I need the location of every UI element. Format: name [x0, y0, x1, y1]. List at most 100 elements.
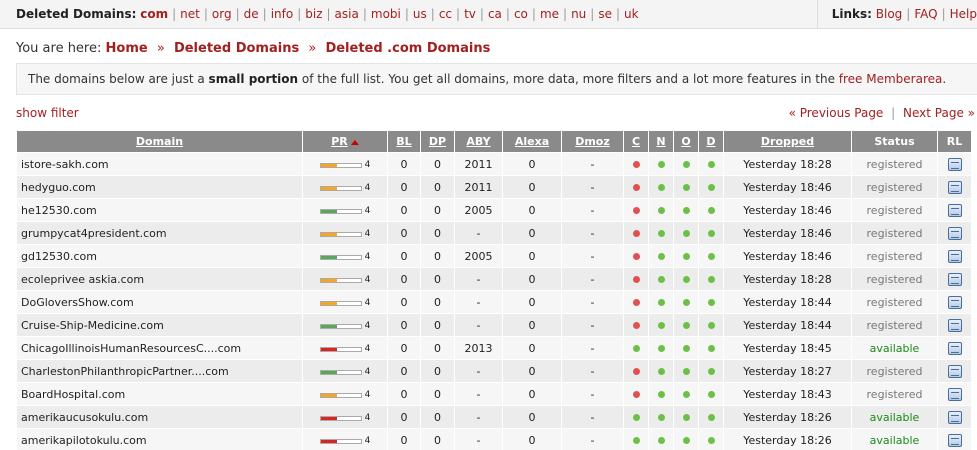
registrar-lookup-icon[interactable] [947, 180, 962, 194]
tld-link-uk[interactable]: uk [624, 7, 639, 21]
registrar-lookup-icon[interactable] [947, 364, 962, 378]
registrar-lookup-icon[interactable] [947, 203, 962, 217]
link-help[interactable]: Help [950, 7, 977, 21]
col-header-bl[interactable]: BL [387, 130, 421, 153]
breadcrumb-deleted-com-domains[interactable]: Deleted .com Domains [325, 41, 490, 56]
tld-link-co[interactable]: co [514, 7, 528, 21]
domain-name[interactable]: grumpycat4president.com [21, 227, 167, 240]
registrar-lookup-icon[interactable] [947, 157, 962, 171]
domain-name[interactable]: Cruise-Ship-Medicine.com [21, 319, 164, 332]
tld-link-com[interactable]: com [140, 7, 168, 21]
check-o-cell [673, 382, 699, 406]
pr-cell: 4 [302, 313, 388, 337]
tld-link-asia[interactable]: asia [335, 7, 359, 21]
check-c-cell [623, 336, 649, 360]
pagerank-bar [319, 231, 362, 237]
tld-separator: | [590, 7, 595, 21]
col-header-dp[interactable]: DP [420, 130, 455, 153]
domain-name[interactable]: CharlestonPhilanthropicPartner....com [21, 365, 229, 378]
col-header-alexa[interactable]: Alexa [502, 130, 562, 153]
memberarea-link[interactable]: free Memberarea [839, 72, 943, 86]
check-o-cell [673, 313, 699, 337]
col-header-aby[interactable]: ABY [454, 130, 503, 153]
pagerank-bar-fill [320, 301, 337, 305]
col-header-n[interactable]: N [648, 130, 674, 153]
tld-separator: | [531, 7, 536, 21]
domain-name[interactable]: hedyguo.com [21, 181, 96, 194]
registrar-lookup-icon[interactable] [947, 272, 962, 286]
domain-name[interactable]: gd12530.com [21, 250, 97, 263]
col-header-pr[interactable]: PR [302, 130, 388, 153]
pagerank-bar-fill [320, 232, 337, 236]
domain-name[interactable]: istore-sakh.com [21, 158, 109, 171]
status-dot-icon [632, 298, 640, 306]
show-filter-link[interactable]: show filter [16, 106, 79, 120]
tld-link-me[interactable]: me [540, 7, 559, 21]
registrar-lookup-icon[interactable] [947, 295, 962, 309]
bl-cell: 0 [387, 244, 421, 268]
domain-name[interactable]: ChicagoIllinoisHumanResourcesC....com [21, 342, 241, 355]
dropped-cell: Yesterday 18:45 [723, 336, 852, 360]
domain-name[interactable]: ecoleprivee askia.com [21, 273, 144, 286]
tld-link-info[interactable]: info [271, 7, 294, 21]
tld-link-net[interactable]: net [180, 7, 200, 21]
tld-link-cc[interactable]: cc [439, 7, 452, 21]
check-o-cell [673, 359, 699, 383]
check-d-cell [698, 382, 724, 406]
registrar-lookup-icon[interactable] [947, 433, 962, 447]
next-page-link[interactable]: Next Page » [903, 106, 975, 120]
table-row: gd12530.com 4 0 0 2005 0- Yesterday 18:46 regis… [16, 244, 972, 268]
tld-link-mobi[interactable]: mobi [371, 7, 401, 21]
col-header-status[interactable]: Status [851, 130, 938, 153]
status-badge: registered [866, 272, 923, 286]
col-header-d[interactable]: D [698, 130, 724, 153]
pagerank-bar [319, 369, 362, 375]
link-faq[interactable]: FAQ [914, 7, 937, 21]
link-blog[interactable]: Blog [876, 7, 903, 21]
registrar-lookup-icon[interactable] [947, 387, 962, 401]
tld-link-org[interactable]: org [212, 7, 232, 21]
status-cell: registered [851, 267, 938, 291]
tld-link-nu[interactable]: nu [571, 7, 586, 21]
tld-link-de[interactable]: de [244, 7, 259, 21]
pr-cell: 4 [302, 336, 388, 360]
check-d-cell [698, 428, 724, 450]
previous-page-link[interactable]: « Previous Page [789, 106, 884, 120]
pr-cell: 4 [302, 428, 388, 450]
status-dot-icon [632, 275, 640, 283]
rl-cell [937, 152, 972, 176]
pagerank-bar [319, 208, 362, 214]
pr-cell: 4 [302, 152, 388, 176]
registrar-lookup-icon[interactable] [947, 249, 962, 263]
tld-link-ca[interactable]: ca [488, 7, 502, 21]
domain-name[interactable]: amerikapilotokulu.com [21, 434, 147, 447]
table-header-row: Domain PR BL DP ABY Alexa Dmoz C N O D D… [16, 130, 972, 153]
col-header-domain[interactable]: Domain [16, 130, 303, 153]
domain-name[interactable]: amerikaucusokulu.com [21, 411, 148, 424]
bl-cell: 0 [387, 152, 421, 176]
aby-cell: 2005 [454, 198, 503, 222]
registrar-lookup-icon[interactable] [947, 341, 962, 355]
tld-link-biz[interactable]: biz [305, 7, 322, 21]
alexa-cell: 0 [502, 336, 562, 360]
status-dot-icon [657, 436, 665, 444]
pagerank-value: 4 [364, 275, 371, 285]
dp-cell: 0 [420, 359, 455, 383]
domain-name[interactable]: DoGloversShow.com [21, 296, 134, 309]
dmoz-cell: - [561, 244, 624, 268]
breadcrumb-deleted-domains[interactable]: Deleted Domains [174, 41, 299, 56]
col-header-c[interactable]: C [623, 130, 649, 153]
col-header-dropped[interactable]: Dropped [723, 130, 852, 153]
col-header-dmoz[interactable]: Dmoz [561, 130, 624, 153]
col-header-o[interactable]: O [673, 130, 699, 153]
tld-link-se[interactable]: se [598, 7, 612, 21]
domain-name[interactable]: he12530.com [21, 204, 97, 217]
registrar-lookup-icon[interactable] [947, 410, 962, 424]
domain-name[interactable]: BoardHospital.com [21, 388, 125, 401]
tld-link-us[interactable]: us [413, 7, 427, 21]
registrar-lookup-icon[interactable] [947, 318, 962, 332]
status-dot-icon [657, 183, 665, 191]
registrar-lookup-icon[interactable] [947, 226, 962, 240]
breadcrumb-home[interactable]: Home [106, 41, 148, 56]
tld-link-tv[interactable]: tv [464, 7, 476, 21]
